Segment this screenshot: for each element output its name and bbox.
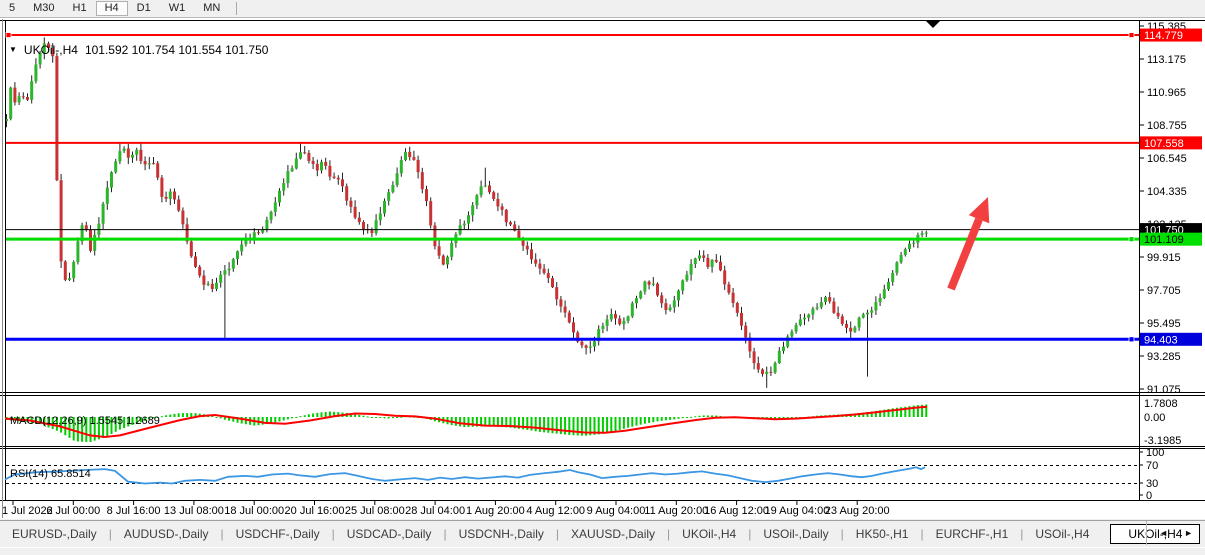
svg-text:99.915: 99.915 bbox=[1147, 252, 1181, 264]
chart-tab-xauusd-daily[interactable]: XAUUSD-,Daily bbox=[559, 527, 667, 541]
svg-text:4 Aug 12:00: 4 Aug 12:00 bbox=[526, 505, 585, 517]
svg-text:93.285: 93.285 bbox=[1147, 351, 1181, 363]
macd-indicator-label: MACD(12,26,9) 1.5545 1.2689 bbox=[10, 415, 160, 427]
svg-text:16 Aug 12:00: 16 Aug 12:00 bbox=[704, 505, 769, 517]
chart-tab-usdchf-daily[interactable]: USDCHF-,Daily bbox=[224, 527, 332, 541]
svg-text:-3.1985: -3.1985 bbox=[1144, 435, 1181, 447]
svg-text:107.558: 107.558 bbox=[1144, 138, 1184, 150]
svg-text:100: 100 bbox=[1146, 447, 1164, 459]
svg-text:101.109: 101.109 bbox=[1144, 234, 1184, 246]
svg-text:13 Jul 08:00: 13 Jul 08:00 bbox=[164, 505, 224, 517]
svg-text:30: 30 bbox=[1146, 478, 1158, 490]
timeframe-button-H1[interactable]: H1 bbox=[64, 1, 96, 16]
svg-text:1.7808: 1.7808 bbox=[1144, 398, 1178, 410]
svg-text:1 Jul 2022: 1 Jul 2022 bbox=[2, 505, 53, 517]
svg-text:97.705: 97.705 bbox=[1147, 285, 1181, 297]
svg-text:94.403: 94.403 bbox=[1144, 334, 1178, 346]
chart-tab-hk50-h1[interactable]: HK50-,H1 bbox=[844, 527, 921, 541]
chart-tab-audusd-daily[interactable]: AUDUSD-,Daily bbox=[112, 527, 221, 541]
chart-tab-usdcnh-daily[interactable]: USDCNH-,Daily bbox=[447, 527, 556, 541]
symbol-dropdown-icon[interactable]: ▼ bbox=[9, 45, 17, 55]
svg-text:110.965: 110.965 bbox=[1147, 87, 1186, 99]
svg-text:113.175: 113.175 bbox=[1147, 54, 1186, 66]
chart-tab-eurchf-h1[interactable]: EURCHF-,H1 bbox=[924, 527, 1021, 541]
svg-text:18 Jul 00:00: 18 Jul 00:00 bbox=[224, 505, 284, 517]
svg-text:0.00: 0.00 bbox=[1144, 412, 1165, 424]
timeframe-button-MN[interactable]: MN bbox=[194, 1, 229, 16]
timeframe-button-M30[interactable]: M30 bbox=[24, 1, 63, 16]
chart-tab-ukoil-h4[interactable]: UKOil-,H4 bbox=[670, 527, 748, 541]
timeframe-button-D1[interactable]: D1 bbox=[128, 1, 160, 16]
tab-scroll-right-icon[interactable]: ► bbox=[1184, 528, 1193, 538]
chart-tab-usoil-h4[interactable]: USOil-,H4 bbox=[1023, 527, 1101, 541]
svg-text:23 Aug 20:00: 23 Aug 20:00 bbox=[825, 505, 890, 517]
svg-text:11 Aug 20:00: 11 Aug 20:00 bbox=[644, 505, 708, 517]
chart-tab-bar: EURUSD-,Daily|AUDUSD-,Daily|USDCHF-,Dail… bbox=[0, 520, 1205, 547]
svg-text:20 Jul 16:00: 20 Jul 16:00 bbox=[285, 505, 345, 517]
svg-text:9 Aug 04:00: 9 Aug 04:00 bbox=[587, 505, 646, 517]
svg-text:108.755: 108.755 bbox=[1147, 120, 1187, 132]
svg-text:70: 70 bbox=[1146, 460, 1158, 472]
svg-text:95.495: 95.495 bbox=[1147, 318, 1181, 330]
chart-info-line: ▼ UKOil-,H4 101.592 101.754 101.554 101.… bbox=[9, 43, 268, 57]
chart-ohlc-values: 101.592 101.754 101.554 101.750 bbox=[85, 43, 269, 57]
timeframe-button-W1[interactable]: W1 bbox=[160, 1, 195, 16]
timeframe-button-H4[interactable]: H4 bbox=[96, 1, 128, 16]
svg-text:1 Aug 20:00: 1 Aug 20:00 bbox=[466, 505, 525, 517]
timeframe-button-5[interactable]: 5 bbox=[0, 1, 24, 16]
chart-tab-usoil-daily[interactable]: USOil-,Daily bbox=[751, 527, 840, 541]
tab-scroll-arrows: ◄► bbox=[1146, 521, 1205, 545]
rsi-indicator-label: RSI(14) 65.8514 bbox=[10, 468, 91, 480]
svg-text:6 Jul 00:00: 6 Jul 00:00 bbox=[46, 505, 100, 517]
svg-text:106.545: 106.545 bbox=[1147, 153, 1187, 165]
svg-text:91.075: 91.075 bbox=[1147, 384, 1181, 396]
chart-canvas[interactable]: 115.385113.175110.965108.755106.545104.3… bbox=[0, 18, 1205, 554]
svg-text:8 Jul 16:00: 8 Jul 16:00 bbox=[107, 505, 161, 517]
chart-symbol-period: UKOil-,H4 bbox=[24, 43, 78, 57]
tab-scroll-left-icon[interactable]: ◄ bbox=[1159, 528, 1168, 538]
svg-text:114.779: 114.779 bbox=[1144, 30, 1183, 42]
svg-text:19 Aug 04:00: 19 Aug 04:00 bbox=[764, 505, 829, 517]
svg-text:25 Jul 08:00: 25 Jul 08:00 bbox=[345, 505, 405, 517]
svg-text:104.335: 104.335 bbox=[1147, 186, 1187, 198]
toolbar-separator bbox=[236, 2, 237, 15]
svg-text:0: 0 bbox=[1146, 490, 1152, 502]
timeframe-toolbar: 5M30H1H4D1W1MN bbox=[0, 0, 1205, 18]
svg-text:28 Jul 04:00: 28 Jul 04:00 bbox=[405, 505, 465, 517]
chart-region: 115.385113.175110.965108.755106.545104.3… bbox=[0, 18, 1205, 519]
chart-tab-usdcad-daily[interactable]: USDCAD-,Daily bbox=[335, 527, 444, 541]
chart-tab-eurusd-daily[interactable]: EURUSD-,Daily bbox=[0, 527, 109, 541]
